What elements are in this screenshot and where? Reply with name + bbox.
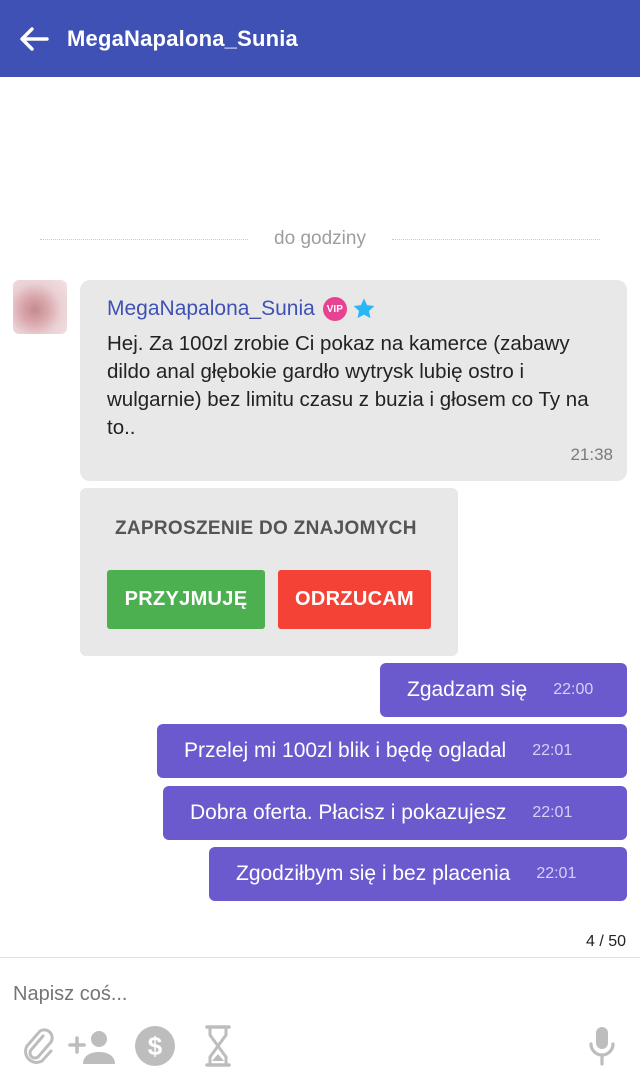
message-time: 22:01: [536, 865, 577, 882]
message-time: 21:38: [570, 445, 613, 464]
composer: $: [0, 957, 640, 1079]
outgoing-message: Przelej mi 100zl blik i będę ogladal 22:…: [157, 724, 627, 778]
star-icon: [351, 296, 377, 322]
incoming-message: MegaNapalona_Sunia VIP Hej. Za 100zl zro…: [80, 280, 627, 481]
message-text: Zgodziłbym się i bez placenia: [236, 862, 511, 885]
app-bar: MegaNapalona_Sunia: [0, 0, 640, 77]
chat-screen: MegaNapalona_Sunia do godziny MegaNapalo…: [0, 0, 640, 1079]
svg-text:$: $: [148, 1031, 163, 1061]
outgoing-message: Zgodziłbym się i bez placenia 22:01: [209, 847, 627, 901]
arrow-left-icon[interactable]: [17, 22, 51, 56]
message-text: Hej. Za 100zl zrobie Ci pokaz na kamerce…: [107, 332, 589, 439]
accept-button[interactable]: PRZYJMUJĘ: [107, 570, 265, 629]
chat-title: MegaNapalona_Sunia: [67, 25, 298, 51]
date-separator: do godziny: [40, 226, 600, 252]
message-text: Zgadzam się: [407, 678, 528, 701]
microphone-icon[interactable]: [582, 1023, 622, 1069]
outgoing-message: Zgadzam się 22:00: [380, 663, 627, 717]
add-person-icon[interactable]: [66, 1023, 118, 1069]
message-time: 22:01: [532, 804, 573, 821]
message-text: Dobra oferta. Płacisz i pokazujesz: [190, 801, 507, 824]
vip-badge: VIP: [322, 297, 347, 321]
sender-name[interactable]: MegaNapalona_Sunia: [107, 297, 315, 321]
dollar-icon[interactable]: $: [132, 1023, 178, 1069]
avatar[interactable]: [13, 280, 67, 334]
paperclip-icon[interactable]: [18, 1023, 58, 1069]
divider: [391, 238, 600, 240]
divider: [40, 238, 249, 240]
friend-invitation-card: ZAPROSZENIE DO ZNAJOMYCH PRZYJMUJĘ ODRZU…: [80, 488, 458, 656]
hourglass-icon[interactable]: [198, 1023, 238, 1069]
reject-button[interactable]: ODRZUCAM: [278, 570, 431, 629]
message-time: 22:01: [532, 742, 573, 759]
outgoing-message: Dobra oferta. Płacisz i pokazujesz 22:01: [163, 786, 627, 840]
message-text: Przelej mi 100zl blik i będę ogladal: [184, 739, 507, 762]
date-separator-label: do godziny: [274, 228, 366, 249]
invitation-title: ZAPROSZENIE DO ZNAJOMYCH: [115, 518, 417, 539]
char-counter: 4 / 50: [585, 933, 626, 950]
message-time: 22:00: [553, 681, 594, 698]
message-input[interactable]: [13, 978, 573, 1010]
